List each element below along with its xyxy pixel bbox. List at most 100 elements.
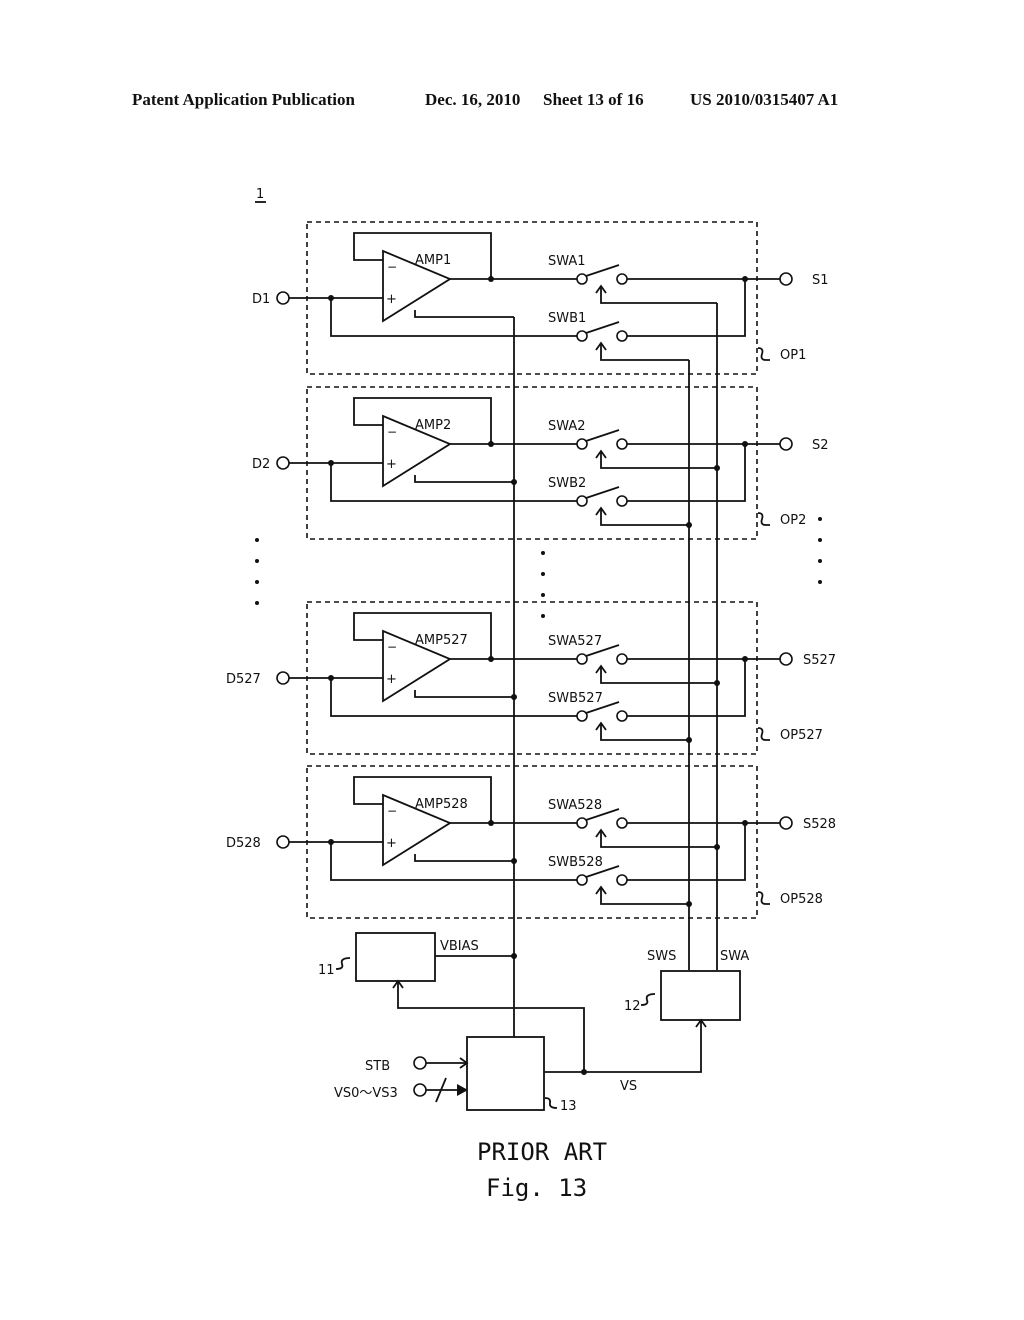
switch-contact <box>576 817 588 829</box>
output-label: S1 <box>812 273 829 288</box>
channel-block: − + AMP527 D527 SWA527 SWB527 S527 OP527 <box>226 601 836 755</box>
output-terminal <box>779 437 793 451</box>
switch-contact <box>576 874 588 886</box>
leader-squiggle <box>335 957 351 970</box>
switch-contact <box>616 438 628 450</box>
swb-output-wire <box>627 444 746 502</box>
bias-wire <box>414 690 514 698</box>
switch-control-wire <box>600 888 689 905</box>
switch-contact <box>576 653 588 665</box>
stb-label: STB <box>365 1059 390 1074</box>
vs-label: VS <box>620 1079 637 1094</box>
junction-dot <box>488 441 494 447</box>
switch-control-wire <box>600 667 717 684</box>
output-label: S527 <box>803 653 836 668</box>
switch-contact <box>616 817 628 829</box>
ellipsis-dot <box>541 614 545 618</box>
sws-label: SWS <box>647 949 676 964</box>
vbias-label: VBIAS <box>440 939 479 954</box>
bias-block-label: 11 <box>318 963 335 978</box>
op-block-label: OP528 <box>780 892 823 907</box>
vs-wire <box>544 1020 702 1073</box>
ellipsis-dot <box>541 572 545 576</box>
swa-label: SWA528 <box>548 798 602 813</box>
op-block-label: OP1 <box>780 348 806 363</box>
switch-blade <box>585 429 620 442</box>
swa-label: SWA527 <box>548 634 602 649</box>
channel-group: − + AMP1 D1 SWA1 SWB1 S1 OP1 − + AMP2 D2 SWA2 SWB2 S2 O… <box>226 221 836 919</box>
switch-control-wire <box>600 344 689 361</box>
channel-block: − + AMP1 D1 SWA1 SWB1 S1 OP1 <box>252 221 829 375</box>
caption-prior-art: PRIOR ART <box>477 1138 607 1166</box>
swa-label: SWA <box>720 949 749 964</box>
ellipsis-dot <box>255 601 259 605</box>
ellipsis-dot <box>541 551 545 555</box>
swb-label: SWB527 <box>548 691 603 706</box>
switch-contact <box>616 710 628 722</box>
switch-control-wire <box>600 452 717 469</box>
swb-output-wire <box>627 823 746 881</box>
ellipsis-dot <box>541 593 545 597</box>
swa-label: SWA2 <box>548 419 586 434</box>
leader-squiggle <box>757 891 770 905</box>
ellipsis-dot <box>818 559 822 563</box>
amp-label: AMP528 <box>415 797 468 812</box>
amp-plus-sign: + <box>386 457 397 472</box>
ellipsis-dot <box>818 517 822 521</box>
switch-control-block-12 <box>660 970 741 1021</box>
timing-block-label: 13 <box>560 1099 577 1114</box>
bias-wire <box>414 475 514 483</box>
output-label: S2 <box>812 438 829 453</box>
switch-control-wire <box>600 724 689 741</box>
figure-ref-label: 1 <box>256 187 264 202</box>
timing-block-13 <box>466 1036 545 1111</box>
junction-dot <box>488 820 494 826</box>
swa-label: SWA1 <box>548 254 586 269</box>
switch-contact <box>616 653 628 665</box>
swb-label: SWB528 <box>548 855 603 870</box>
channel-block: − + AMP2 D2 SWA2 SWB2 S2 OP2 <box>252 386 829 540</box>
swb-label: SWB1 <box>548 311 586 326</box>
op-block-label: OP2 <box>780 513 806 528</box>
input-terminal <box>276 456 290 470</box>
bias-wire <box>414 310 514 318</box>
output-label: S528 <box>803 817 836 832</box>
leader-squiggle <box>757 347 770 361</box>
vs-input-label: VS0～VS3 <box>334 1086 398 1101</box>
switch-blade <box>585 321 620 334</box>
ellipsis-dot <box>818 538 822 542</box>
caption-figure: Fig. 13 <box>486 1174 587 1202</box>
output-terminal <box>779 816 793 830</box>
switch-control-wire <box>600 831 717 848</box>
vs-input-terminal <box>413 1083 427 1097</box>
leader-squiggle <box>640 993 656 1006</box>
circuit-schematic: 1 − + AMP1 D1 SWA1 SWB1 S1 OP1 − + AMP2 D2 SWA2 SWB2 S… <box>226 187 836 1202</box>
op-block-label: OP527 <box>780 728 823 743</box>
switch-blade <box>585 264 620 277</box>
switch-control-wire <box>600 509 689 526</box>
leader-squiggle <box>757 512 770 526</box>
amp-minus-sign: − <box>387 640 397 654</box>
amp-minus-sign: − <box>387 804 397 818</box>
amp-minus-sign: − <box>387 260 397 274</box>
amp-plus-sign: + <box>386 292 397 307</box>
junction-dot <box>742 276 748 282</box>
amp-label: AMP527 <box>415 633 468 648</box>
junction-dot <box>742 441 748 447</box>
channel-block: − + AMP528 D528 SWA528 SWB528 S528 OP528 <box>226 765 836 919</box>
swb-output-wire <box>627 659 746 717</box>
junction-dot <box>742 656 748 662</box>
input-label: D1 <box>252 292 270 307</box>
ellipsis-dot <box>255 538 259 542</box>
control-section: 11 VBIAS 12 SWS SWA 13 VS STB VS0～VS3 <box>318 932 749 1114</box>
amp-label: AMP2 <box>415 418 451 433</box>
amp-plus-sign: + <box>386 836 397 851</box>
leader-squiggle <box>544 1097 558 1109</box>
bias-block-11 <box>355 932 436 982</box>
swb-label: SWB2 <box>548 476 586 491</box>
control-bus <box>513 303 718 1037</box>
input-label: D527 <box>226 672 261 687</box>
amp-plus-sign: + <box>386 672 397 687</box>
input-terminal <box>276 671 290 685</box>
ellipsis-dot <box>255 580 259 584</box>
